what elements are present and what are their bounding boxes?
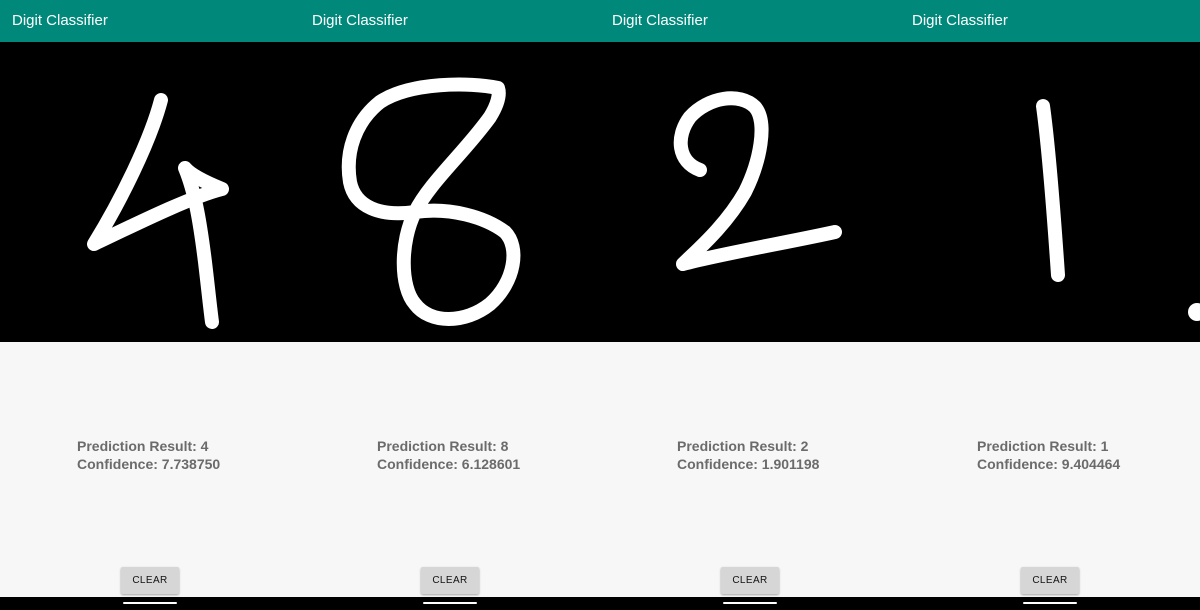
confidence-text: Confidence: 7.738750 [77,456,221,472]
drawing-canvas[interactable] [0,42,300,342]
drawn-digit-1-stroke [1036,99,1200,321]
drawn-digit-8-stroke [341,77,521,326]
prediction-panel: Prediction Result: 8 Confidence: 6.12860… [377,437,520,473]
confidence-text: Confidence: 6.128601 [377,456,521,472]
prediction-result-text: Prediction Result: 1 [977,438,1109,454]
drawn-digit-2-stroke [673,91,842,271]
drawn-digit-4-stroke [87,93,229,329]
phone-screen-4: Digit Classifier Prediction Result: 1 Co… [900,0,1200,610]
system-nav-bar [900,597,1200,610]
system-nav-bar [300,597,600,610]
app-bar: Digit Classifier [900,0,1200,42]
phone-screen-3: Digit Classifier Prediction Result: 2 Co… [600,0,900,610]
phone-screen-2: Digit Classifier Prediction Result: 8 Co… [300,0,600,610]
prediction-panel: Prediction Result: 4 Confidence: 7.73875… [77,437,220,473]
drawing-canvas[interactable] [300,42,600,342]
system-nav-bar [600,597,900,610]
drawing-canvas[interactable] [600,42,900,342]
app-bar: Digit Classifier [300,0,600,42]
prediction-result-text: Prediction Result: 4 [77,438,209,454]
app-title: Digit Classifier [912,12,1008,29]
phone-screen-1: Digit Classifier Prediction Result: 4 Co… [0,0,300,610]
confidence-text: Confidence: 9.404464 [977,456,1121,472]
home-gesture-handle[interactable] [123,602,177,604]
clear-button[interactable]: CLEAR [721,567,779,594]
home-gesture-handle[interactable] [1023,602,1077,604]
system-nav-bar [0,597,300,610]
app-title: Digit Classifier [12,12,108,29]
prediction-result-text: Prediction Result: 8 [377,438,509,454]
app-title: Digit Classifier [612,12,708,29]
clear-button[interactable]: CLEAR [1021,567,1079,594]
drawing-canvas[interactable] [900,42,1200,342]
app-bar: Digit Classifier [0,0,300,42]
home-gesture-handle[interactable] [423,602,477,604]
stray-dot-mark [1188,303,1200,321]
clear-button[interactable]: CLEAR [121,567,179,594]
app-title: Digit Classifier [312,12,408,29]
confidence-text: Confidence: 1.901198 [677,456,820,472]
prediction-panel: Prediction Result: 1 Confidence: 9.40446… [977,437,1120,473]
prediction-result-text: Prediction Result: 2 [677,438,809,454]
prediction-panel: Prediction Result: 2 Confidence: 1.90119… [677,437,819,473]
app-bar: Digit Classifier [600,0,900,42]
home-gesture-handle[interactable] [723,602,777,604]
screens-row: Digit Classifier Prediction Result: 4 Co… [0,0,1200,610]
clear-button[interactable]: CLEAR [421,567,479,594]
